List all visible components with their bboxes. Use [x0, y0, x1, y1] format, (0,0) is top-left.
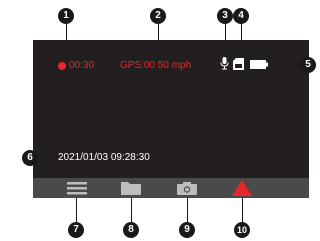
- callout-3: 3: [217, 8, 233, 24]
- leader-line-2: [158, 24, 159, 60]
- folder-icon[interactable]: [121, 181, 141, 195]
- menu-icon[interactable]: [67, 181, 87, 195]
- leader-line-4: [241, 24, 242, 56]
- microphone-icon: [220, 57, 229, 70]
- callout-1: 1: [58, 8, 74, 24]
- record-indicator: 00:30: [58, 60, 94, 71]
- callout-7: 7: [68, 222, 84, 238]
- record-time: 00:30: [69, 60, 95, 71]
- leader-line-9: [187, 198, 188, 222]
- camera-icon[interactable]: [177, 181, 197, 195]
- leader-line-8: [131, 198, 132, 222]
- battery-icon: [250, 60, 268, 69]
- gps-speed: GPS:00 50 mph: [120, 60, 192, 71]
- callout-8: 8: [123, 222, 139, 238]
- callout-6: 6: [22, 150, 38, 166]
- callout-4: 4: [233, 8, 249, 24]
- leader-line-3: [225, 24, 226, 56]
- callout-9: 9: [179, 222, 195, 238]
- record-dot-icon: [58, 61, 66, 70]
- leader-line-1: [66, 24, 67, 60]
- camera-screen: 00:30 GPS:00 50 mph 2021/01/03 09:28:30: [33, 40, 309, 198]
- leader-line-7: [76, 198, 77, 222]
- sd-card-icon: [233, 58, 244, 70]
- leader-line-10: [242, 198, 243, 222]
- callout-5: 5: [300, 57, 316, 73]
- warning-triangle-icon[interactable]: [232, 180, 252, 196]
- callout-10: 10: [234, 222, 250, 238]
- callout-2: 2: [150, 8, 166, 24]
- leader-line-5: [268, 65, 301, 66]
- bottom-toolbar: [33, 178, 309, 198]
- leader-line-6: [38, 158, 58, 159]
- date-time: 2021/01/03 09:28:30: [58, 152, 150, 163]
